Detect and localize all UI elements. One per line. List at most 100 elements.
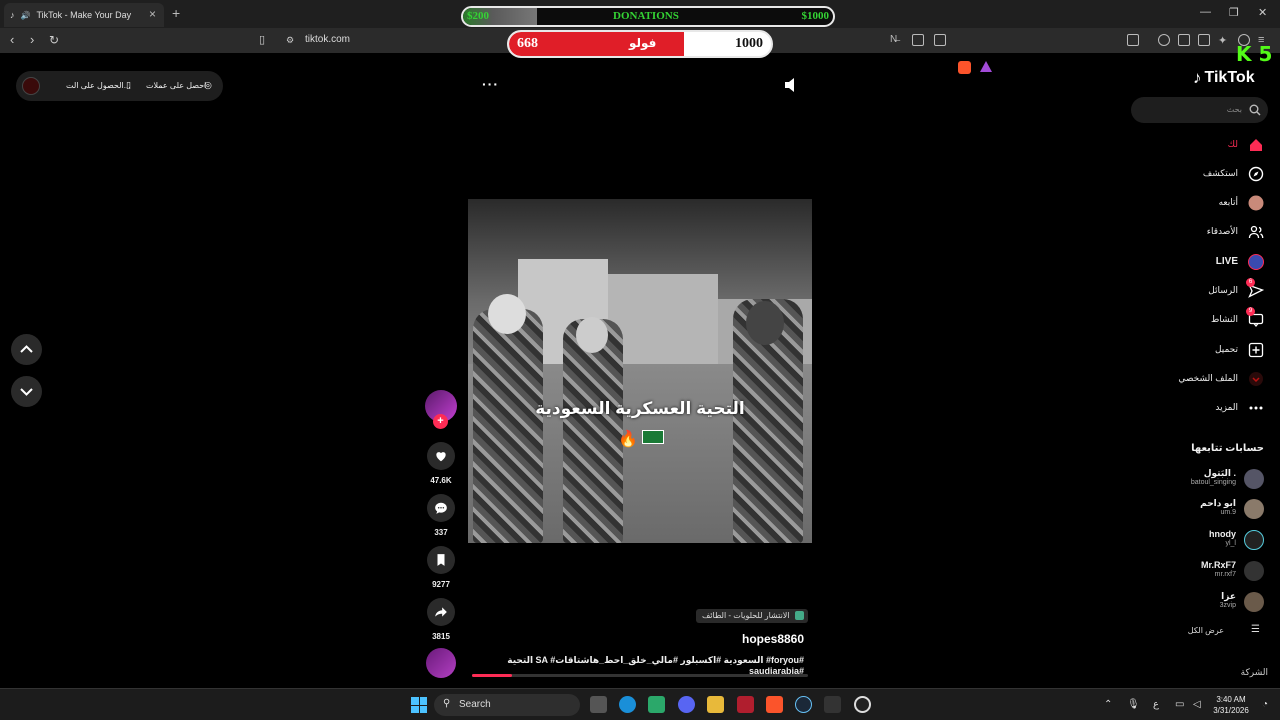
- sidebar-icon[interactable]: [1178, 34, 1190, 46]
- donations-start: $200: [467, 10, 489, 22]
- creator-username[interactable]: hopes8860: [742, 632, 804, 646]
- get-coins-link[interactable]: احصل على عملات: [146, 81, 206, 90]
- donations-goal-bar: $200 DONATIONS $1000: [461, 6, 835, 27]
- windows-taskbar: ⚲ Search ⌃ 🎙 ع ▭ ◁ 3:40 AM 3/31/2026 ◔: [0, 688, 1280, 720]
- more-options-icon[interactable]: ···: [482, 76, 499, 92]
- wallet-icon[interactable]: [1198, 34, 1210, 46]
- steam-icon[interactable]: [795, 696, 812, 713]
- sound-avatar[interactable]: [426, 648, 456, 678]
- game-app-icon[interactable]: [824, 696, 841, 713]
- share-button[interactable]: [427, 598, 455, 626]
- obs-icon[interactable]: [854, 696, 871, 713]
- save-count: 9277: [432, 580, 450, 589]
- close-tab-icon[interactable]: ×: [149, 7, 156, 21]
- speaker-icon[interactable]: ◁: [1193, 699, 1201, 710]
- tiktok-logo[interactable]: ♪ TikTok: [1193, 68, 1255, 88]
- like-button[interactable]: [427, 442, 455, 470]
- followed-account[interactable]: hnody yl_l: [1150, 528, 1266, 552]
- video-player[interactable]: التحية العسكرية السعودية 🔥: [468, 199, 812, 543]
- tiktok-favicon-icon: ♪: [10, 10, 15, 20]
- task-view-icon[interactable]: [590, 696, 607, 713]
- company-link[interactable]: الشركة: [1220, 667, 1268, 678]
- next-video-button[interactable]: [11, 376, 42, 407]
- follow-label: فولو: [629, 36, 657, 50]
- forward-icon[interactable]: ›: [30, 32, 34, 47]
- followed-account[interactable]: Mr.RxF7 mr.rxf7: [1150, 559, 1266, 583]
- clock[interactable]: 3:40 AM 3/31/2026: [1210, 694, 1252, 716]
- compass-icon: [1248, 166, 1264, 182]
- media-icon[interactable]: [1158, 34, 1170, 46]
- share-icon[interactable]: [934, 34, 946, 46]
- bookmark-icon[interactable]: ▯: [259, 33, 265, 46]
- back-icon[interactable]: ‹: [10, 32, 14, 47]
- brave-shield-icon[interactable]: [958, 61, 971, 74]
- search-placeholder: بحث: [1226, 105, 1242, 114]
- language-indicator[interactable]: ع: [1153, 699, 1159, 710]
- sidebar-item-2[interactable]: أتابعه: [1150, 192, 1266, 214]
- site-info-icon[interactable]: ⚙: [286, 35, 294, 46]
- taskbar-search-input[interactable]: ⚲ Search: [434, 694, 580, 716]
- location-tag[interactable]: الانتشار للحلويات - الطائف: [696, 609, 808, 623]
- edge-icon[interactable]: [619, 696, 636, 713]
- leo-ai-icon[interactable]: ✦: [1218, 34, 1230, 47]
- adobe-icon[interactable]: [737, 696, 754, 713]
- followed-account[interactable]: عزا 3zvip: [1150, 590, 1266, 614]
- notifications-icon[interactable]: ◔: [1262, 699, 1268, 710]
- search-icon: [1249, 104, 1261, 116]
- avatar: [1244, 499, 1264, 519]
- address-bar[interactable]: tiktok.com: [305, 34, 350, 45]
- sidebar-item-9[interactable]: المزيد: [1150, 397, 1266, 419]
- list-icon: ☰: [1251, 624, 1260, 635]
- followed-account[interactable]: ابو داحم um.9: [1150, 497, 1266, 521]
- cast-icon[interactable]: [912, 34, 924, 46]
- sidebar-item-7[interactable]: تحميل: [1150, 339, 1266, 361]
- save-button[interactable]: [427, 546, 455, 574]
- reload-icon[interactable]: ↻: [49, 33, 59, 47]
- coin-icon: ◎: [204, 80, 212, 90]
- avatar[interactable]: [22, 77, 40, 95]
- kick-badge: K 5: [1236, 42, 1273, 66]
- brave-icon[interactable]: [766, 696, 783, 713]
- tray-chevron-icon[interactable]: ⌃: [1104, 699, 1112, 710]
- reader-mode-icon[interactable]: [1127, 34, 1139, 46]
- discord-icon[interactable]: [678, 696, 695, 713]
- microphone-icon[interactable]: 🎙: [1127, 699, 1140, 710]
- brave-rewards-icon[interactable]: [980, 61, 992, 72]
- sidebar-item-4[interactable]: LIVE: [1150, 251, 1266, 273]
- sidebar-item-label: الأصدقاء: [1206, 226, 1238, 236]
- minimize-icon[interactable]: —: [1200, 6, 1211, 18]
- avatar: [1244, 469, 1264, 489]
- file-explorer-icon[interactable]: [707, 696, 724, 713]
- account-handle: batoul_singing: [1190, 479, 1236, 486]
- search-input[interactable]: بحث: [1131, 97, 1268, 123]
- sidebar-item-6[interactable]: النشاط 9: [1150, 307, 1266, 331]
- sidebar-item-5[interactable]: الرسائل 6: [1150, 278, 1266, 302]
- sidebar-item-1[interactable]: استكشف: [1150, 163, 1266, 185]
- network-icon[interactable]: ▭: [1175, 699, 1184, 710]
- translate-off-icon[interactable]: N̶: [890, 34, 902, 46]
- previous-video-button[interactable]: [11, 334, 42, 365]
- window-close-icon[interactable]: ✕: [1258, 6, 1267, 19]
- fire-emoji: 🔥: [618, 431, 638, 448]
- restore-icon[interactable]: ❐: [1229, 6, 1239, 19]
- new-tab-icon[interactable]: +: [172, 5, 180, 21]
- browser-tab[interactable]: ♪ 🔊 TikTok - Make Your Day ×: [4, 3, 164, 27]
- sidebar-item-8[interactable]: الملف الشخصي: [1150, 368, 1266, 390]
- windows-start-icon[interactable]: [411, 697, 427, 713]
- volume-icon[interactable]: [785, 78, 797, 92]
- followed-account[interactable]: البَتول . batoul_singing: [1150, 467, 1266, 491]
- see-all-link[interactable]: عرض الكل ☰: [1150, 624, 1266, 640]
- sidebar-item-label: LIVE: [1215, 256, 1238, 267]
- video-progress-bar[interactable]: [472, 674, 808, 677]
- following-accounts-title: حسابات تتابعها: [1191, 443, 1264, 454]
- account-handle: mr.rxf7: [1214, 571, 1236, 578]
- app-icon[interactable]: [648, 696, 665, 713]
- comment-button[interactable]: [427, 494, 455, 522]
- tab-title: TikTok - Make Your Day: [36, 10, 132, 20]
- sidebar-item-label: تحميل: [1214, 344, 1238, 354]
- donations-title: DONATIONS: [613, 10, 679, 22]
- follow-plus-icon[interactable]: +: [433, 414, 448, 429]
- sidebar-item-0[interactable]: لك: [1150, 134, 1266, 156]
- get-app-link[interactable]: الحصول على الت...: [66, 81, 130, 90]
- sidebar-item-3[interactable]: الأصدقاء: [1150, 221, 1266, 243]
